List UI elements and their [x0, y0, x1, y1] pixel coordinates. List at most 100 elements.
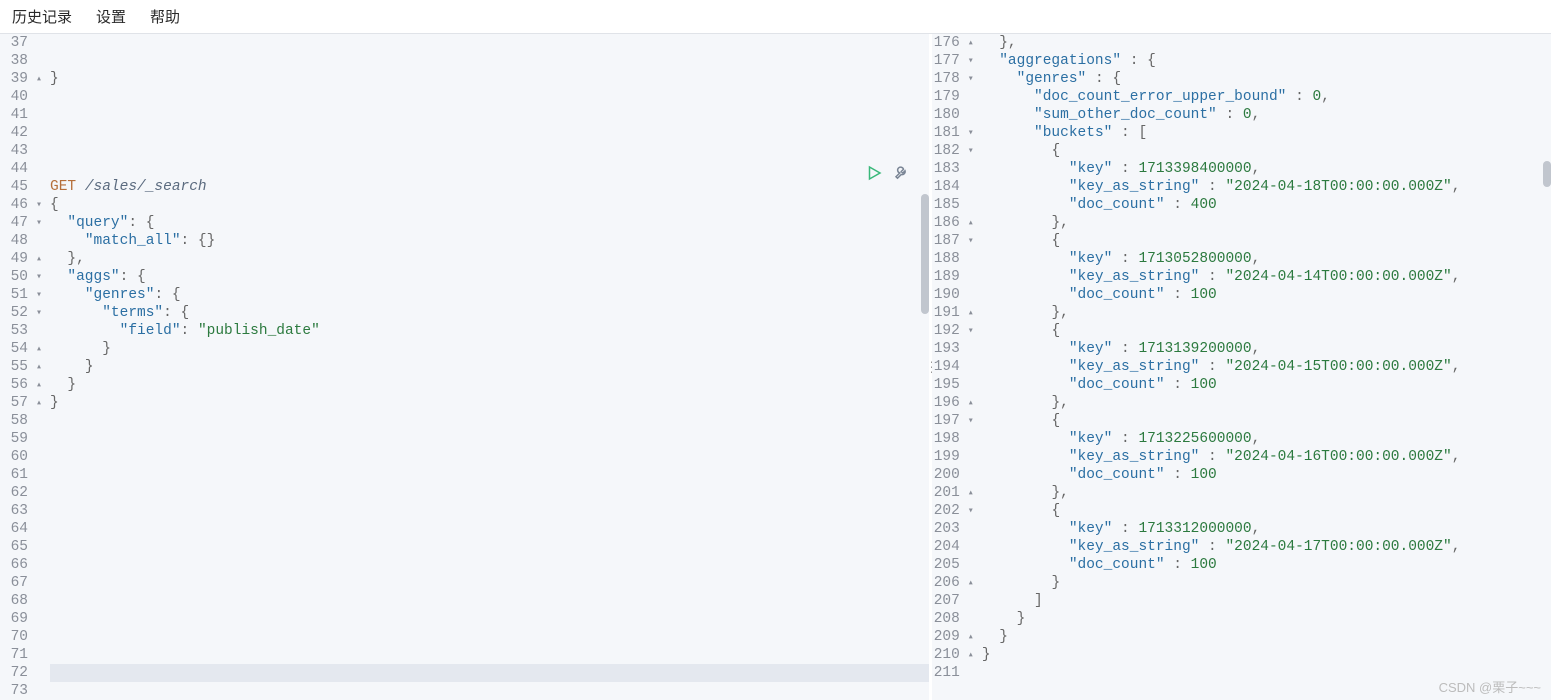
- code-line[interactable]: }: [50, 358, 929, 376]
- response-scrollbar[interactable]: [1541, 34, 1551, 700]
- fold-marker[interactable]: ▴: [36, 395, 42, 413]
- fold-marker[interactable]: ▴: [36, 251, 42, 269]
- request-editor[interactable]: 373839▴40414243444546▾47▾4849▴50▾51▾52▾5…: [0, 34, 929, 700]
- code-line: "key_as_string" : "2024-04-14T00:00:00.0…: [982, 268, 1551, 286]
- fold-marker[interactable]: ▴: [968, 629, 974, 647]
- request-code[interactable]: } GET /sales/_search{ "query": { "match_a…: [46, 34, 929, 700]
- fold-marker[interactable]: ▾: [968, 71, 974, 89]
- response-gutter: 176▴177▾178▾179180181▾182▾183184185186▴1…: [932, 34, 978, 700]
- menu-settings[interactable]: 设置: [84, 6, 138, 27]
- code-line[interactable]: [50, 160, 929, 178]
- run-icon[interactable]: [865, 164, 883, 188]
- code-line: {: [982, 412, 1551, 430]
- code-line: ]: [982, 592, 1551, 610]
- fold-marker[interactable]: ▾: [968, 53, 974, 71]
- menu-help[interactable]: 帮助: [138, 6, 192, 27]
- code-line[interactable]: }: [50, 70, 929, 88]
- code-line[interactable]: [50, 628, 929, 646]
- code-line[interactable]: "match_all": {}: [50, 232, 929, 250]
- fold-marker[interactable]: ▴: [968, 485, 974, 503]
- code-line: "key_as_string" : "2024-04-16T00:00:00.0…: [982, 448, 1551, 466]
- fold-marker[interactable]: ▴: [968, 305, 974, 323]
- code-line[interactable]: [50, 556, 929, 574]
- fold-marker[interactable]: ▾: [36, 197, 42, 215]
- fold-marker[interactable]: ▾: [968, 233, 974, 251]
- code-line[interactable]: [50, 520, 929, 538]
- code-line[interactable]: [50, 574, 929, 592]
- code-line[interactable]: [50, 646, 929, 664]
- menu-history[interactable]: 历史记录: [0, 6, 84, 27]
- fold-marker[interactable]: ▾: [968, 125, 974, 143]
- code-line: },: [982, 484, 1551, 502]
- fold-marker[interactable]: ▾: [36, 305, 42, 323]
- code-line: },: [982, 304, 1551, 322]
- code-line[interactable]: "terms": {: [50, 304, 929, 322]
- code-line[interactable]: [50, 52, 929, 70]
- code-line: },: [982, 34, 1551, 52]
- code-line: {: [982, 502, 1551, 520]
- code-line[interactable]: [50, 88, 929, 106]
- code-line[interactable]: }: [50, 376, 929, 394]
- code-line[interactable]: "query": {: [50, 214, 929, 232]
- wrench-icon[interactable]: [893, 164, 911, 188]
- fold-marker[interactable]: ▾: [36, 287, 42, 305]
- code-line[interactable]: [50, 484, 929, 502]
- code-line[interactable]: [50, 448, 929, 466]
- fold-marker[interactable]: ▴: [36, 341, 42, 359]
- request-gutter: 373839▴40414243444546▾47▾4849▴50▾51▾52▾5…: [0, 34, 46, 700]
- code-line[interactable]: [50, 106, 929, 124]
- fold-marker[interactable]: ▾: [968, 323, 974, 341]
- fold-marker[interactable]: ▾: [968, 413, 974, 431]
- split-panes: 373839▴40414243444546▾47▾4849▴50▾51▾52▾5…: [0, 34, 1551, 700]
- code-line[interactable]: [50, 412, 929, 430]
- code-line[interactable]: [50, 430, 929, 448]
- fold-marker[interactable]: ▴: [36, 71, 42, 89]
- fold-marker[interactable]: ▾: [968, 143, 974, 161]
- code-line: "doc_count" : 100: [982, 556, 1551, 574]
- code-line[interactable]: [50, 34, 929, 52]
- code-line[interactable]: },: [50, 250, 929, 268]
- code-line[interactable]: [50, 124, 929, 142]
- request-actions: [865, 164, 911, 188]
- code-line[interactable]: }: [50, 340, 929, 358]
- request-editor-pane: 373839▴40414243444546▾47▾4849▴50▾51▾52▾5…: [0, 34, 929, 700]
- code-line[interactable]: [50, 682, 929, 700]
- code-line[interactable]: }: [50, 394, 929, 412]
- code-line: "key" : 1713398400000,: [982, 160, 1551, 178]
- code-line[interactable]: "field": "publish_date": [50, 322, 929, 340]
- code-line: {: [982, 142, 1551, 160]
- fold-marker[interactable]: ▴: [968, 215, 974, 233]
- code-line: "aggregations" : {: [982, 52, 1551, 70]
- code-line: "doc_count" : 100: [982, 376, 1551, 394]
- code-line: "sum_other_doc_count" : 0,: [982, 106, 1551, 124]
- fold-marker[interactable]: ▴: [968, 395, 974, 413]
- fold-marker[interactable]: ▴: [968, 35, 974, 53]
- fold-marker[interactable]: ▴: [36, 359, 42, 377]
- code-line[interactable]: "aggs": {: [50, 268, 929, 286]
- fold-marker[interactable]: ▾: [36, 269, 42, 287]
- fold-marker[interactable]: ▾: [968, 503, 974, 521]
- code-line: "genres" : {: [982, 70, 1551, 88]
- fold-marker[interactable]: ▴: [36, 377, 42, 395]
- fold-marker[interactable]: ▴: [968, 575, 974, 593]
- fold-marker[interactable]: ▾: [36, 215, 42, 233]
- code-line[interactable]: [50, 142, 929, 160]
- code-line[interactable]: "genres": {: [50, 286, 929, 304]
- code-line[interactable]: [50, 538, 929, 556]
- code-line[interactable]: [50, 610, 929, 628]
- code-line: }: [982, 574, 1551, 592]
- code-line: "key_as_string" : "2024-04-17T00:00:00.0…: [982, 538, 1551, 556]
- code-line: "doc_count" : 100: [982, 286, 1551, 304]
- code-line[interactable]: [50, 592, 929, 610]
- code-line[interactable]: GET /sales/_search: [50, 178, 929, 196]
- response-editor-pane: 176▴177▾178▾179180181▾182▾183184185186▴1…: [932, 34, 1551, 700]
- fold-marker[interactable]: ▴: [968, 647, 974, 665]
- response-editor[interactable]: 176▴177▾178▾179180181▾182▾183184185186▴1…: [932, 34, 1551, 700]
- request-scrollthumb[interactable]: [921, 194, 929, 314]
- code-line[interactable]: [50, 466, 929, 484]
- code-line[interactable]: {: [50, 196, 929, 214]
- code-line[interactable]: [50, 502, 929, 520]
- code-line: "key" : 1713052800000,: [982, 250, 1551, 268]
- code-line[interactable]: [50, 664, 929, 682]
- response-scrollthumb[interactable]: [1543, 161, 1551, 188]
